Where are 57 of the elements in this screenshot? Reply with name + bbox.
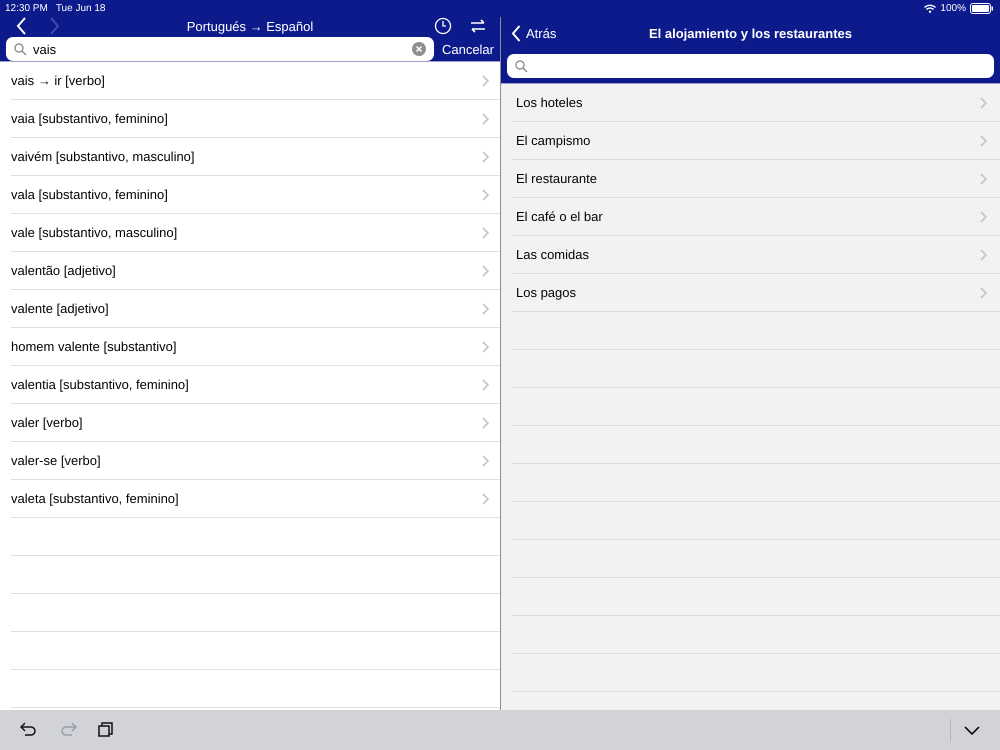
cancel-button[interactable]: Cancelar (442, 37, 494, 61)
battery-icon (970, 3, 994, 14)
chevron-icon (980, 286, 987, 298)
result-item[interactable]: vale [substantivo, masculino] (11, 225, 178, 240)
chevron-icon (482, 74, 489, 86)
chevron-icon (482, 150, 489, 162)
wifi-icon (924, 4, 936, 13)
chevron-icon (482, 188, 489, 200)
chevron-icon (482, 226, 489, 238)
chevron-icon (482, 378, 489, 390)
category-item[interactable]: Los hoteles (516, 95, 582, 110)
category-item[interactable]: El restaurante (516, 171, 597, 186)
pane-title: El alojamiento y los restaurantes (648, 26, 854, 41)
result-item[interactable]: valer-se [verbo] (11, 453, 101, 468)
search-icon (14, 42, 27, 56)
chevron-icon (482, 302, 489, 314)
chevron-icon (482, 340, 489, 352)
result-item[interactable]: valeta [substantivo, feminino] (11, 491, 179, 506)
back-icon[interactable] (16, 17, 27, 35)
search-input[interactable]: vais (33, 42, 406, 56)
status-date: Tue Jun 18 (56, 3, 106, 14)
result-item[interactable]: vais → ir [verbo] (11, 73, 105, 88)
pane-title: Portugués → Español (186, 18, 314, 34)
clock-icon[interactable] (434, 17, 452, 35)
back-icon (511, 25, 521, 42)
chevron-icon (980, 210, 987, 222)
chevron-icon (980, 96, 987, 108)
back-button[interactable]: Atrás (501, 24, 601, 43)
search-field[interactable] (507, 54, 994, 78)
battery-level: 100% (940, 3, 966, 14)
chevron-icon (980, 134, 987, 146)
search-field[interactable]: vais (6, 37, 434, 61)
chevron-icon (482, 416, 489, 428)
result-item[interactable]: valente [adjetivo] (11, 301, 109, 316)
undo-icon[interactable] (20, 722, 38, 738)
status-time: 12:30 PM (5, 3, 48, 14)
swap-icon[interactable] (470, 19, 486, 33)
search-icon (515, 60, 528, 72)
clear-icon[interactable] (412, 42, 426, 56)
chevron-icon (482, 454, 489, 466)
category-item[interactable]: El café o el bar (516, 209, 603, 224)
result-item[interactable]: vaivém [substantivo, masculino] (11, 149, 195, 164)
category-item[interactable]: Las comidas (516, 247, 589, 262)
chevron-icon (482, 492, 489, 504)
chevron-icon (980, 172, 987, 184)
copy-icon[interactable] (98, 722, 116, 738)
chevron-icon (980, 248, 987, 260)
result-item[interactable]: valer [verbo] (11, 415, 83, 430)
result-item[interactable]: vala [substantivo, feminino] (11, 187, 168, 202)
category-item[interactable]: El campismo (516, 133, 590, 148)
result-item[interactable]: vaia [substantivo, feminino] (11, 111, 168, 126)
result-item[interactable]: valentia [substantivo, feminino] (11, 377, 189, 392)
chevron-icon (482, 264, 489, 276)
chevron-icon (482, 112, 489, 124)
result-item[interactable]: homem valente [substantivo] (11, 339, 176, 354)
result-item[interactable]: valentão [adjetivo] (11, 263, 116, 278)
category-item[interactable]: Los pagos (516, 285, 576, 300)
